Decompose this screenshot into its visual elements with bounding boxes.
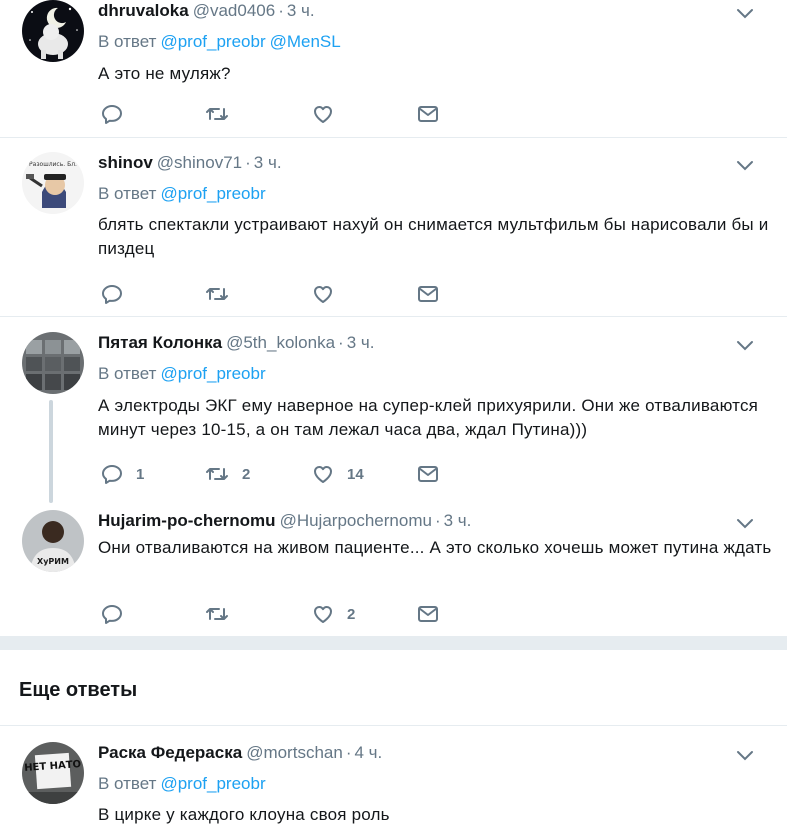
reply-context: В ответ @prof_preobr: [98, 363, 266, 385]
tweet-text: А электроды ЭКГ ему наверное на супер-кл…: [98, 396, 759, 439]
separator-dot: ·: [338, 333, 344, 352]
reply-icon: [102, 605, 122, 624]
retweet-button[interactable]: 2: [204, 462, 250, 486]
timestamp[interactable]: 3 ч.: [287, 1, 315, 20]
section-divider: [0, 636, 787, 650]
retweet-icon: [206, 608, 228, 620]
user-name[interactable]: Пятая Колонка: [98, 333, 222, 352]
timestamp[interactable]: 3 ч.: [347, 333, 375, 352]
like-icon: [314, 606, 332, 623]
message-icon: [418, 466, 438, 482]
chevron-down-icon[interactable]: [736, 516, 754, 530]
user-name[interactable]: Раска Федераска: [98, 743, 242, 762]
message-icon: [418, 606, 438, 622]
separator-dot: ·: [245, 153, 251, 172]
tweet-text: блять спектакли устраивают нахуй он сним…: [98, 215, 769, 258]
avatar-mortschan[interactable]: НЕТ НАТО: [22, 742, 84, 804]
like-icon: [314, 106, 332, 123]
avatar-caption: Разошлись. Бл.: [29, 161, 77, 168]
tweet-header: Раска Федераска @mortschan · 4 ч.: [98, 742, 382, 764]
retweet-icon: [206, 288, 228, 300]
reply-prefix: В ответ: [98, 184, 157, 203]
reply-icon: [102, 285, 122, 304]
user-handle[interactable]: @5th_kolonka: [226, 333, 335, 352]
tweet-5[interactable]: НЕТ НАТО Раска Федераска @mortschan · 4 ч. …: [0, 726, 787, 839]
user-name[interactable]: Hujarim-po-chernomu: [98, 511, 276, 530]
timestamp[interactable]: 3 ч.: [254, 153, 282, 172]
reply-prefix: В ответ: [98, 774, 157, 793]
reply-button[interactable]: [100, 282, 124, 306]
user-handle[interactable]: @Hujarpochernomu: [280, 511, 432, 530]
tweet-header: shinov @shinov71 · 3 ч.: [98, 152, 282, 174]
tweet-header: Пятая Колонка @5th_kolonka · 3 ч.: [98, 332, 374, 354]
chevron-down-icon[interactable]: [736, 6, 754, 20]
like-button[interactable]: 2: [311, 602, 355, 626]
avatar-shinov[interactable]: Разошлись. Бл.: [22, 152, 84, 214]
tweet-4[interactable]: ХуРИМ Hujarim-po-chernomu @Hujarpochernom…: [0, 497, 787, 636]
tweet-3[interactable]: Пятая Колонка @5th_kolonka · 3 ч. В ответ @p…: [0, 317, 787, 497]
user-handle[interactable]: @vad0406: [193, 1, 276, 20]
reply-context: В ответ @prof_preobr: [98, 183, 266, 205]
retweet-icon: [206, 468, 228, 480]
reply-prefix: В ответ: [98, 32, 157, 51]
tweet-text: Они отваливаются на живом пациенте... А …: [98, 538, 772, 557]
tweet-header: Hujarim-po-chernomu @Hujarpochernomu · 3 ч.: [98, 510, 471, 532]
retweet-button[interactable]: [204, 102, 230, 126]
more-replies-heading: Еще ответы: [19, 679, 138, 701]
reply-button[interactable]: [100, 102, 124, 126]
mention-link[interactable]: @prof_preobr: [160, 364, 265, 383]
message-button[interactable]: [416, 282, 440, 306]
reply-prefix: В ответ: [98, 364, 157, 383]
like-icon: [314, 286, 332, 303]
separator-dot: ·: [345, 743, 352, 762]
chevron-down-icon[interactable]: [736, 338, 754, 352]
mention-link[interactable]: @prof_preobr: [160, 774, 265, 793]
reply-count: 1: [136, 465, 145, 483]
message-button[interactable]: [416, 102, 440, 126]
mention-link[interactable]: @prof_preobr: [160, 32, 265, 51]
separator-dot: ·: [434, 511, 441, 530]
reply-button[interactable]: [100, 602, 124, 626]
tweet-1[interactable]: dhruvaloka @vad0406 · 3 ч. В ответ @prof_pre…: [0, 0, 787, 137]
separator-dot: ·: [278, 1, 284, 20]
user-handle[interactable]: @mortschan: [246, 743, 343, 762]
tweet-header: dhruvaloka @vad0406 · 3 ч.: [98, 0, 315, 22]
reply-context: В ответ @prof_preobr: [98, 773, 266, 795]
retweet-count: 2: [242, 465, 251, 483]
reply-context: В ответ @prof_preobr @MenSL: [98, 31, 341, 53]
avatar-hujarim[interactable]: ХуРИМ: [22, 510, 84, 572]
like-button[interactable]: 14: [311, 462, 364, 486]
retweet-button[interactable]: [204, 282, 230, 306]
mention-link[interactable]: @MenSL: [270, 32, 341, 51]
tweet-text: А это не муляж?: [98, 64, 231, 83]
avatar-caption: ХуРИМ: [37, 557, 69, 566]
message-button[interactable]: [416, 462, 440, 486]
tweet-text: В цирке у каждого клоуна своя роль: [98, 805, 390, 824]
avatar-5th-kolonka[interactable]: [22, 332, 84, 394]
like-count: 14: [347, 465, 364, 483]
message-button[interactable]: [416, 602, 440, 626]
mention-link[interactable]: @prof_preobr: [160, 184, 265, 203]
timestamp[interactable]: 4 ч.: [354, 743, 382, 762]
message-icon: [418, 106, 438, 122]
retweet-button[interactable]: [204, 602, 230, 626]
reply-icon: [102, 465, 122, 484]
reply-icon: [102, 105, 122, 124]
like-button[interactable]: [311, 102, 335, 126]
timestamp[interactable]: 3 ч.: [444, 511, 472, 530]
retweet-icon: [206, 108, 228, 120]
user-handle[interactable]: @shinov71: [157, 153, 242, 172]
avatar-dhruvaloka[interactable]: [22, 0, 84, 62]
like-button[interactable]: [311, 282, 335, 306]
chevron-down-icon[interactable]: [736, 748, 754, 762]
like-count: 2: [347, 605, 356, 623]
message-icon: [418, 286, 438, 302]
user-name[interactable]: shinov: [98, 153, 153, 172]
chevron-down-icon[interactable]: [736, 158, 754, 172]
user-name[interactable]: dhruvaloka: [98, 1, 189, 20]
reply-button[interactable]: 1: [100, 462, 144, 486]
like-icon: [314, 466, 332, 483]
tweet-2[interactable]: Разошлись. Бл. shinov @shinov71 · 3 ч. В от…: [0, 138, 787, 316]
